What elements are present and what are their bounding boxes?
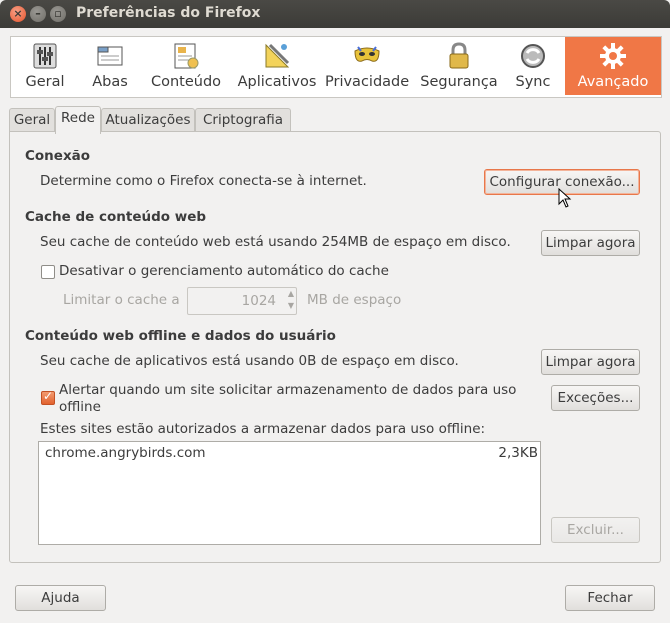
close-window-button[interactable]: × xyxy=(10,6,26,22)
content-icon xyxy=(174,43,199,69)
close-button[interactable]: Fechar xyxy=(565,585,655,611)
toolbar-geral[interactable]: Geral xyxy=(11,37,79,95)
sliders-icon xyxy=(33,43,57,69)
lock-icon xyxy=(449,42,469,69)
warn-offline-checkbox[interactable] xyxy=(41,389,55,405)
connection-text: Determine como o Firefox conecta-se à in… xyxy=(40,173,367,189)
toolbar-label: Conteúdo xyxy=(150,74,222,90)
cache-usage-text: Seu cache de conteúdo web está usando 25… xyxy=(40,234,511,250)
toolbar-label: Privacidade xyxy=(325,74,410,90)
toolbar-abas[interactable]: Abas xyxy=(79,37,141,95)
tab-criptografia[interactable]: Criptografia xyxy=(195,108,291,133)
warn-offline-label-cont[interactable]: offline xyxy=(59,399,101,415)
toolbar-seguranca[interactable]: Segurança xyxy=(415,37,503,95)
clear-offline-button[interactable]: Limpar agora xyxy=(541,349,640,375)
gear-icon xyxy=(600,43,626,69)
toolbar-label: Abas xyxy=(92,74,128,90)
toolbar-aplicativos[interactable]: Aplicativos xyxy=(229,37,325,95)
window-titlebar: × – ▫ Preferências do Firefox xyxy=(0,0,670,28)
minimize-window-button[interactable]: – xyxy=(30,6,46,22)
cache-limit-label: Limitar o cache a xyxy=(63,292,180,308)
applications-icon xyxy=(265,43,290,68)
tab-atualizacoes[interactable]: Atualizações xyxy=(101,108,195,133)
offline-sites-label: Estes sites estão autorizados a armazena… xyxy=(40,421,486,437)
offline-heading: Conteúdo web offline e dados do usuário xyxy=(25,328,336,344)
network-panel: Conexão Determine como o Firefox conecta… xyxy=(9,131,661,563)
toolbar-label: Sync xyxy=(515,74,551,90)
tabs-icon xyxy=(97,46,123,66)
cache-limit-value: 1024 xyxy=(241,293,276,309)
remove-site-button[interactable]: Excluir... xyxy=(551,517,640,543)
toolbar-label: Aplicativos xyxy=(237,74,317,90)
toolbar-label: Geral xyxy=(25,74,65,90)
tab-geral[interactable]: Geral xyxy=(9,108,55,133)
cache-heading: Cache de conteúdo web xyxy=(25,209,207,225)
cache-limit-spinner[interactable]: 1024 ▲ ▼ xyxy=(187,287,297,315)
connection-heading: Conexão xyxy=(25,148,91,164)
site-size: 2,3KB xyxy=(498,445,538,461)
cache-limit-unit: MB de espaço xyxy=(307,292,402,308)
clear-cache-button[interactable]: Limpar agora xyxy=(541,230,640,256)
toolbar-label: Segurança xyxy=(420,74,498,90)
toolbar-label: Avançado xyxy=(577,74,649,90)
window-title: Preferências do Firefox xyxy=(76,5,261,21)
mouse-cursor-icon xyxy=(558,188,572,208)
mask-icon xyxy=(354,46,380,62)
site-name[interactable]: chrome.angrybirds.com xyxy=(45,445,206,461)
dialog-footer: Ajuda Fechar xyxy=(0,568,670,623)
toolbar-avancado[interactable]: Avançado xyxy=(565,37,661,95)
offline-usage-text: Seu cache de aplicativos está usando 0B … xyxy=(40,353,459,369)
offline-sites-list[interactable]: chrome.angrybirds.com 2,3KB xyxy=(38,441,541,545)
tab-rede[interactable]: Rede xyxy=(55,106,101,134)
disable-cache-management-label[interactable]: Desativar o gerenciamento automático do … xyxy=(59,263,389,279)
disable-cache-management-checkbox[interactable] xyxy=(41,265,55,279)
help-button[interactable]: Ajuda xyxy=(15,585,106,611)
toolbar-conteudo[interactable]: Conteúdo xyxy=(146,37,226,95)
warn-offline-label[interactable]: Alertar quando um site solicitar armazen… xyxy=(59,382,516,398)
spinner-arrows-icon: ▲ ▼ xyxy=(287,289,294,310)
toolbar-sync[interactable]: Sync xyxy=(507,37,559,95)
sync-icon xyxy=(521,44,545,68)
maximize-window-button[interactable]: ▫ xyxy=(50,6,66,22)
exceptions-button[interactable]: Exceções... xyxy=(551,385,640,411)
toolbar-privacidade[interactable]: Privacidade xyxy=(325,37,409,95)
preferences-toolbar: Geral Abas Conteúdo Aplicativos Privacid… xyxy=(10,36,662,98)
